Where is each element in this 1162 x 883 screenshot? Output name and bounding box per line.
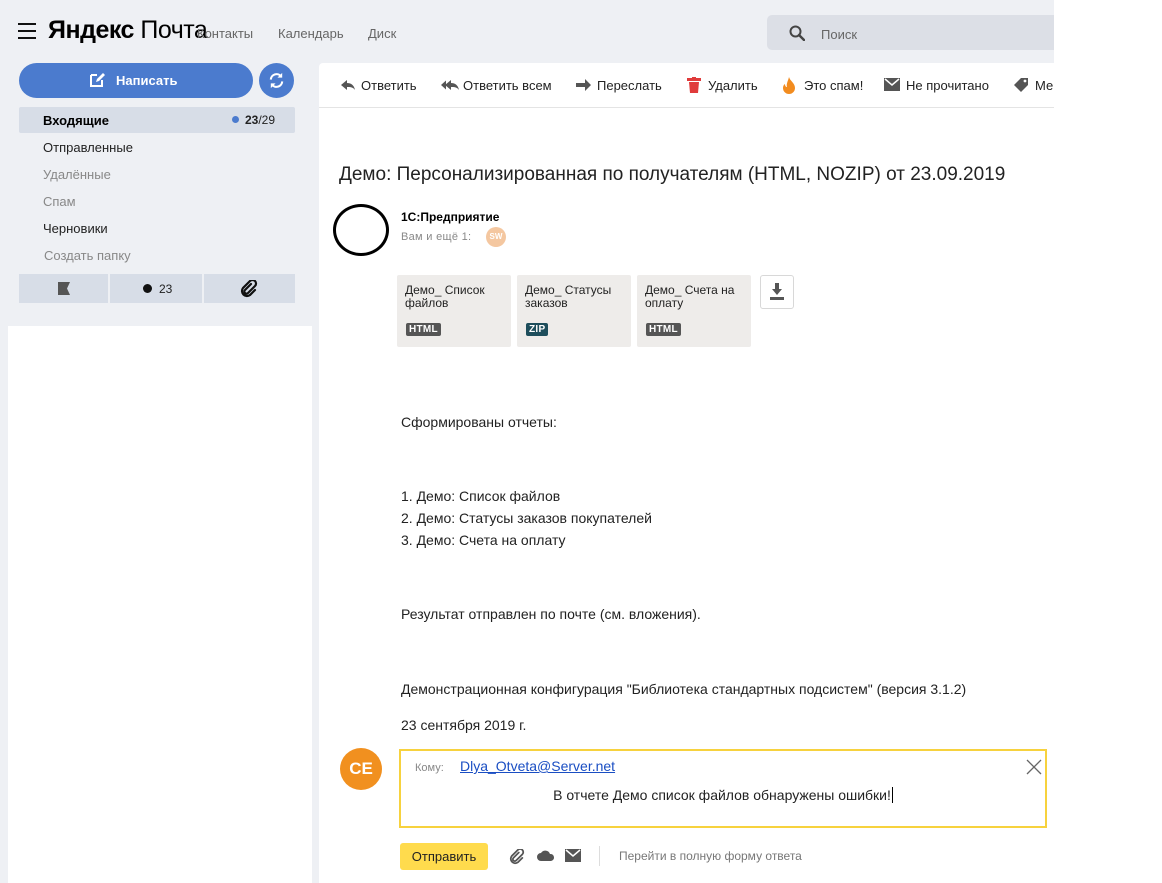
folder-inbox-label: Входящие bbox=[43, 113, 109, 128]
refresh-icon bbox=[269, 72, 284, 89]
download-all-button[interactable] bbox=[760, 275, 794, 309]
compose-label: Написать bbox=[116, 73, 178, 88]
recipient-avatar[interactable]: SW bbox=[486, 227, 506, 247]
filter-unread-count: 23 bbox=[159, 282, 173, 296]
search-icon bbox=[789, 25, 805, 41]
reply-text-area[interactable]: В отчете Демо список файлов обнаружены о… bbox=[401, 787, 1045, 803]
nav-contacts[interactable]: Контакты bbox=[197, 26, 253, 41]
body-item-1: 1. Демо: Список файлов bbox=[401, 488, 561, 504]
reply-label: Ответить bbox=[361, 78, 417, 93]
inbox-total-count: /29 bbox=[258, 113, 275, 127]
pencil-icon bbox=[90, 73, 105, 87]
envelope-icon bbox=[884, 78, 900, 91]
search-box[interactable] bbox=[767, 15, 1054, 50]
full-reply-form-link[interactable]: Перейти в полную форму ответа bbox=[619, 849, 802, 863]
paperclip-icon bbox=[240, 280, 258, 298]
refresh-button[interactable] bbox=[259, 63, 294, 98]
spam-label: Это спам! bbox=[804, 78, 864, 93]
body-item-2: 2. Демо: Статусы заказов покупателей bbox=[401, 510, 652, 526]
body-config: Демонстрационная конфигурация "Библиотек… bbox=[401, 681, 967, 697]
attach-icon[interactable] bbox=[509, 849, 525, 865]
attachment-file-list[interactable]: Демо_ Список файлов HTML bbox=[397, 275, 511, 347]
close-icon[interactable] bbox=[1026, 759, 1042, 775]
folder-spam-label: Спам bbox=[43, 194, 76, 209]
folder-sent[interactable]: Отправленные bbox=[19, 134, 295, 160]
filter-attachments-button[interactable] bbox=[204, 274, 295, 303]
envelope-icon[interactable] bbox=[565, 849, 581, 862]
forward-label: Переслать bbox=[597, 78, 662, 93]
nav-disk[interactable]: Диск bbox=[368, 26, 396, 41]
attachment-type-badge: HTML bbox=[646, 323, 681, 336]
create-folder-label: Создать папку bbox=[44, 248, 131, 263]
inbox-unread-count: 23 bbox=[244, 113, 259, 127]
body-date: 23 сентября 2019 г. bbox=[401, 717, 527, 733]
unread-dot-icon bbox=[231, 116, 239, 123]
sender-name[interactable]: 1С:Предприятие bbox=[401, 210, 499, 224]
logo-brand: Яндекс bbox=[48, 16, 134, 44]
reply-all-label: Ответить всем bbox=[463, 78, 552, 93]
body-item-3: 3. Демо: Счета на оплату bbox=[401, 532, 566, 548]
reply-text: В отчете Демо список файлов обнаружены о… bbox=[553, 787, 891, 803]
sender-avatar[interactable] bbox=[333, 204, 389, 256]
delete-label: Удалить bbox=[708, 78, 758, 93]
filter-flagged-button[interactable] bbox=[19, 274, 108, 303]
user-avatar: CE bbox=[340, 748, 382, 790]
folder-deleted-label: Удалённые bbox=[43, 167, 111, 182]
search-input[interactable] bbox=[819, 23, 1043, 45]
folder-sent-label: Отправленные bbox=[43, 140, 133, 155]
separator bbox=[599, 846, 600, 866]
app-window: Яндекс Почта Контакты Календарь Диск Нап… bbox=[0, 0, 1054, 883]
body-intro: Сформированы отчеты: bbox=[401, 414, 557, 430]
attachment-invoices[interactable]: Демо_ Счета на оплату HTML bbox=[637, 275, 751, 347]
message-subject: Демо: Персонализированная по получателям… bbox=[339, 164, 1006, 185]
to-label: Кому: bbox=[415, 762, 444, 774]
folder-spam[interactable]: Спам bbox=[19, 188, 295, 214]
nav-calendar[interactable]: Календарь bbox=[278, 26, 344, 41]
filter-bar: 23 bbox=[19, 274, 295, 303]
tag-icon bbox=[1014, 78, 1028, 92]
body-result: Результат отправлен по почте (см. вложен… bbox=[401, 606, 701, 622]
message-toolbar: Ответить Ответить всем Переслать Удалить… bbox=[319, 63, 1054, 108]
attachment-name: Демо_ Счета на оплату bbox=[645, 283, 735, 310]
attachment-order-status[interactable]: Демо_ Статусы заказов ZIP bbox=[517, 275, 631, 347]
sidebar-blank-area bbox=[8, 326, 312, 883]
cloud-attach-icon[interactable] bbox=[537, 849, 555, 863]
reply-all-icon bbox=[441, 80, 459, 90]
inbox-counter: 23/29 bbox=[231, 113, 275, 127]
mark-unread-label: Не прочитано bbox=[906, 78, 989, 93]
download-icon bbox=[770, 283, 784, 300]
recipients-label: Вам и ещё 1: bbox=[401, 231, 472, 243]
flag-icon bbox=[58, 282, 70, 295]
attachment-type-badge: ZIP bbox=[526, 323, 549, 336]
menu-icon[interactable] bbox=[18, 23, 36, 39]
send-button[interactable]: Отправить bbox=[400, 843, 488, 870]
attachment-name: Демо_ Список файлов bbox=[405, 283, 485, 310]
folder-drafts[interactable]: Черновики bbox=[19, 215, 295, 241]
folder-deleted[interactable]: Удалённые bbox=[19, 161, 295, 187]
text-caret bbox=[891, 787, 893, 803]
tag-label: Ме bbox=[1035, 78, 1054, 93]
forward-icon bbox=[576, 79, 591, 91]
compose-button[interactable]: Написать bbox=[19, 63, 253, 98]
folder-inbox[interactable]: Входящие 23/29 bbox=[19, 107, 295, 133]
attachment-type-badge: HTML bbox=[406, 323, 441, 336]
create-folder-link[interactable]: Создать папку bbox=[19, 242, 295, 268]
unread-dot-icon bbox=[143, 284, 152, 293]
logo[interactable]: Яндекс Почта bbox=[48, 16, 208, 45]
message-panel: Ответить Ответить всем Переслать Удалить… bbox=[319, 63, 1054, 883]
folder-drafts-label: Черновики bbox=[43, 221, 108, 236]
header: Яндекс Почта Контакты Календарь Диск bbox=[0, 0, 1054, 62]
attachment-name: Демо_ Статусы заказов bbox=[525, 283, 612, 310]
fire-icon bbox=[783, 77, 795, 94]
reply-icon bbox=[341, 80, 355, 90]
to-address[interactable]: Dlya_Otveta@Server.net bbox=[460, 758, 615, 774]
filter-unread-button[interactable]: 23 bbox=[110, 274, 202, 303]
quick-reply-box[interactable]: Кому: Dlya_Otveta@Server.net В отчете Де… bbox=[399, 749, 1047, 828]
trash-icon bbox=[687, 77, 701, 93]
